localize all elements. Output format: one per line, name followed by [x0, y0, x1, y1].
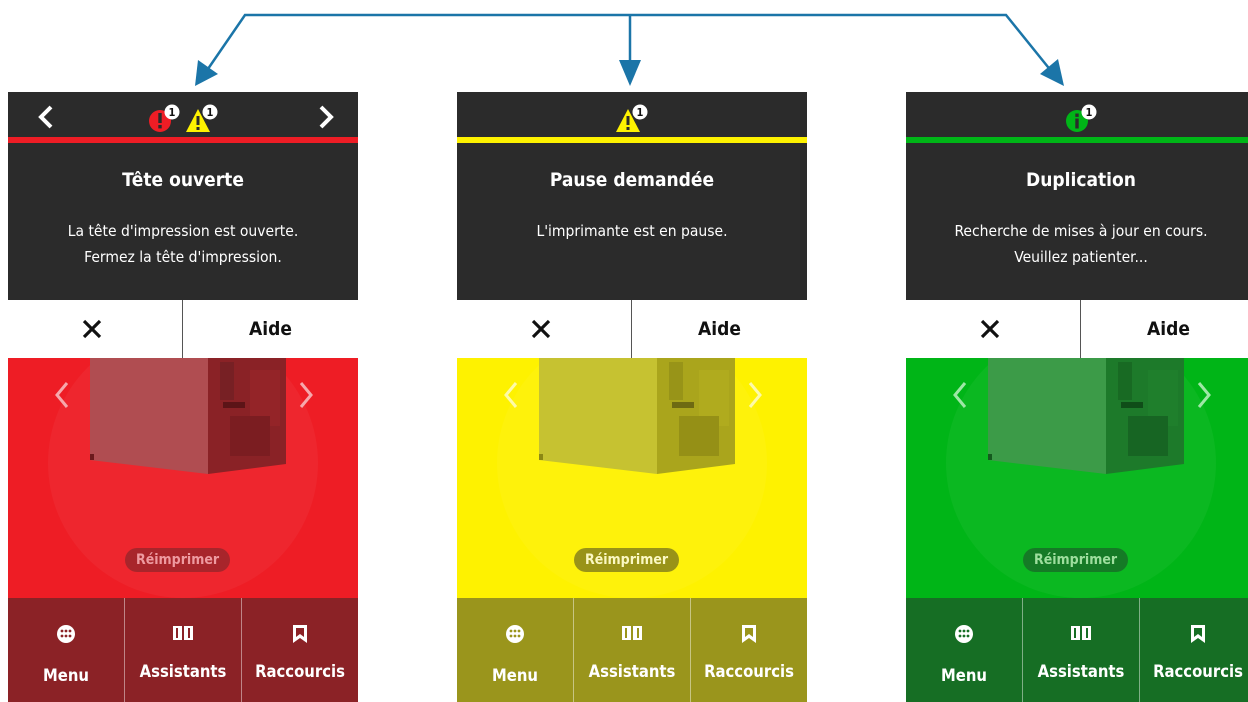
alert-message: Tête ouverte La tête d'impression est ou… — [8, 143, 358, 300]
printer-screen-info: 1 Duplication Recherche de mises à jour … — [906, 92, 1248, 702]
alert-title: Duplication — [1026, 169, 1136, 191]
book-icon — [173, 626, 193, 640]
dismiss-button[interactable] — [457, 300, 631, 358]
nav-shortcuts-label: Raccourcis — [1153, 662, 1243, 681]
dismiss-button[interactable] — [906, 300, 1080, 358]
printer-status-area: Réimprimer — [906, 358, 1248, 598]
connector-arrows — [195, 13, 1064, 86]
help-button[interactable]: Aide — [1081, 300, 1248, 358]
alert-body-line: Recherche de mises à jour en cours. — [954, 222, 1208, 240]
info-alert-icon[interactable]: 1 — [1064, 104, 1098, 134]
menu-grid-icon — [955, 625, 973, 643]
alert-actions: Aide — [906, 300, 1248, 358]
printer-image — [90, 358, 286, 474]
printer-screen-error: 1 1 Tête ouverte La tête d'impression es… — [8, 92, 358, 702]
bottom-nav: Menu Assistants Raccourcis — [906, 598, 1248, 702]
svg-text:1: 1 — [207, 106, 214, 119]
alert-title: Pause demandée — [549, 169, 715, 191]
bookmark-icon — [293, 625, 307, 643]
printer-image — [539, 358, 735, 474]
close-icon — [980, 319, 1000, 339]
nav-wizards-label: Assistants — [139, 662, 227, 681]
reprint-button[interactable]: Réimprimer — [1023, 548, 1129, 572]
arrow-head-left — [195, 60, 218, 86]
help-button[interactable]: Aide — [183, 300, 358, 358]
menu-grid-icon — [506, 625, 524, 643]
nav-wizards-label: Assistants — [1037, 662, 1125, 681]
printer-image — [988, 358, 1184, 474]
printer-screen-warning: 1 Pause demandée L'imprimante est en pau… — [457, 92, 807, 702]
svg-text:1: 1 — [1086, 106, 1093, 119]
alert-title: Tête ouverte — [122, 169, 244, 191]
bookmark-icon — [1191, 625, 1205, 643]
nav-menu[interactable]: Menu — [906, 598, 1023, 702]
alert-icons[interactable]: 1 — [906, 104, 1248, 134]
nav-shortcuts[interactable]: Raccourcis — [242, 598, 358, 702]
bookmark-icon — [742, 625, 756, 643]
nav-shortcuts[interactable]: Raccourcis — [1140, 598, 1248, 702]
nav-shortcuts[interactable]: Raccourcis — [691, 598, 807, 702]
svg-text:1: 1 — [637, 106, 644, 119]
warning-alert-icon[interactable]: 1 — [185, 104, 219, 134]
carousel-prev-icon[interactable] — [501, 378, 521, 412]
alert-body-line: Fermez la tête d'impression. — [84, 248, 282, 266]
nav-shortcuts-label: Raccourcis — [704, 662, 794, 681]
close-icon — [82, 319, 102, 339]
carousel-next-icon[interactable] — [745, 378, 765, 412]
nav-wizards[interactable]: Assistants — [574, 598, 691, 702]
book-icon — [622, 626, 642, 640]
printer-status-area: Réimprimer — [8, 358, 358, 598]
nav-wizards[interactable]: Assistants — [125, 598, 242, 702]
alert-body-line: L'imprimante est en pause. — [536, 222, 728, 240]
nav-shortcuts-label: Raccourcis — [255, 662, 345, 681]
alert-actions: Aide — [8, 300, 358, 358]
alert-bar: 1 — [457, 92, 807, 143]
alert-body: La tête d'impression est ouverte. Fermez… — [8, 218, 358, 270]
alert-body-line: Veuillez patienter... — [1014, 248, 1148, 266]
alert-icons[interactable]: 1 — [457, 104, 807, 134]
nav-menu-label: Menu — [941, 666, 987, 685]
alert-bar: 1 — [906, 92, 1248, 143]
svg-text:1: 1 — [169, 106, 176, 119]
alert-actions: Aide — [457, 300, 807, 358]
carousel-next-icon[interactable] — [1194, 378, 1214, 412]
carousel-next-icon[interactable] — [296, 378, 316, 412]
next-alert-arrow-icon[interactable] — [314, 102, 338, 132]
book-icon — [1071, 626, 1091, 640]
nav-menu-label: Menu — [43, 666, 89, 685]
alert-message: Pause demandée L'imprimante est en pause… — [457, 143, 807, 300]
carousel-prev-icon[interactable] — [950, 378, 970, 412]
alert-body: Recherche de mises à jour en cours. Veui… — [906, 218, 1248, 270]
reprint-button[interactable]: Réimprimer — [125, 548, 231, 572]
alert-body: L'imprimante est en pause. — [457, 218, 807, 244]
dismiss-button[interactable] — [8, 300, 182, 358]
nav-menu-label: Menu — [492, 666, 538, 685]
help-button[interactable]: Aide — [632, 300, 807, 358]
error-alert-icon[interactable]: 1 — [147, 104, 181, 134]
arrow-head-center — [619, 60, 641, 86]
reprint-button[interactable]: Réimprimer — [574, 548, 680, 572]
bottom-nav: Menu Assistants Raccourcis — [8, 598, 358, 702]
close-icon — [531, 319, 551, 339]
alert-bar: 1 1 — [8, 92, 358, 143]
printer-status-area: Réimprimer — [457, 358, 807, 598]
nav-wizards-label: Assistants — [588, 662, 676, 681]
warning-alert-icon[interactable]: 1 — [615, 104, 649, 134]
alert-message: Duplication Recherche de mises à jour en… — [906, 143, 1248, 300]
alert-body-line: La tête d'impression est ouverte. — [67, 222, 299, 240]
alert-icons[interactable]: 1 1 — [8, 104, 358, 134]
bottom-nav: Menu Assistants Raccourcis — [457, 598, 807, 702]
nav-wizards[interactable]: Assistants — [1023, 598, 1140, 702]
carousel-prev-icon[interactable] — [52, 378, 72, 412]
nav-menu[interactable]: Menu — [457, 598, 574, 702]
menu-grid-icon — [57, 625, 75, 643]
nav-menu[interactable]: Menu — [8, 598, 125, 702]
